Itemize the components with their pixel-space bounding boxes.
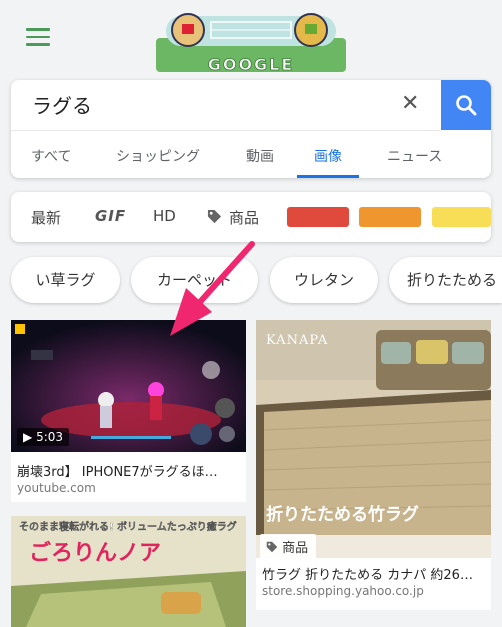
overlay-title-text: ごろりんノア	[29, 540, 161, 566]
product-badge: 商品	[260, 534, 317, 559]
tag-icon	[266, 541, 278, 553]
color-swatch-yellow[interactable]	[432, 207, 491, 227]
image-result[interactable]: そのまま寝転がれる! ボリュームたっぷり癒ラグ ごろりんノア	[11, 516, 246, 627]
hamburger-menu-icon[interactable]	[26, 28, 50, 48]
overlay-top-text: そのまま寝転がれる! ボリュームたっぷり癒ラグ	[19, 520, 237, 533]
related-chip[interactable]: 折りたためる	[389, 257, 502, 303]
close-icon[interactable]: ✕	[401, 90, 419, 118]
divider	[11, 130, 441, 131]
tab-shopping[interactable]: ショッピング	[116, 146, 200, 166]
overlay-text: 折りたためる竹ラグ	[266, 504, 419, 525]
tab-videos[interactable]: 動画	[246, 146, 274, 166]
tab-images[interactable]: 画像	[314, 146, 342, 166]
search-tabs: すべて ショッピング 動画 画像 ニュース	[11, 132, 491, 178]
active-tab-indicator	[297, 175, 359, 178]
search-box: ラグる ✕ すべて ショッピング 動画 画像 ニュース	[11, 80, 491, 178]
related-chip[interactable]: い草ラグ	[11, 257, 120, 303]
search-input[interactable]: ラグる	[32, 90, 92, 119]
result-title[interactable]: 竹ラグ 折りたためる カナパ 約26…	[262, 564, 485, 583]
doodle-text: GOOGLE	[208, 55, 295, 74]
filter-products[interactable]: 商品	[229, 207, 259, 228]
result-source[interactable]: store.shopping.yahoo.co.jp	[262, 584, 424, 598]
search-button[interactable]	[441, 80, 491, 130]
filter-bar: 最新 GIF HD 商品	[11, 192, 491, 242]
color-swatch-red[interactable]	[287, 207, 349, 227]
search-icon	[456, 95, 477, 116]
brand-text: KANAPA	[266, 333, 328, 348]
filter-hd[interactable]: HD	[153, 207, 176, 225]
duration-text: 5:03	[36, 430, 64, 444]
badge-text: 商品	[282, 541, 309, 556]
result-title[interactable]: 崩壊3rd】 IPHONE7がラグるほ…	[17, 461, 240, 480]
related-chip[interactable]: ウレタン	[270, 257, 378, 303]
filter-latest[interactable]: 最新	[31, 207, 61, 228]
filter-gif[interactable]: GIF	[95, 207, 126, 225]
google-doodle[interactable]: GOOGLE	[156, 8, 346, 78]
play-icon: ▶	[23, 430, 33, 444]
image-result-product[interactable]: KANAPA 折りたためる竹ラグ 商品 竹ラグ 折りたためる カナパ 約26… …	[256, 320, 491, 610]
color-swatch-orange[interactable]	[359, 207, 421, 227]
related-chip[interactable]: カーペット	[131, 257, 258, 303]
tag-icon	[207, 209, 222, 224]
video-duration: ▶ 5:03	[17, 428, 70, 446]
product-thumbnail: KANAPA 折りたためる竹ラグ	[256, 320, 491, 558]
tab-all[interactable]: すべて	[31, 146, 71, 166]
tab-news[interactable]: ニュース	[387, 146, 442, 166]
result-source[interactable]: youtube.com	[17, 481, 96, 495]
result-thumbnail: そのまま寝転がれる! ボリュームたっぷり癒ラグ ごろりんノア	[11, 516, 246, 627]
image-result-video[interactable]: ▶ 5:03 崩壊3rd】 IPHONE7がラグるほ… youtube.com	[11, 320, 246, 502]
